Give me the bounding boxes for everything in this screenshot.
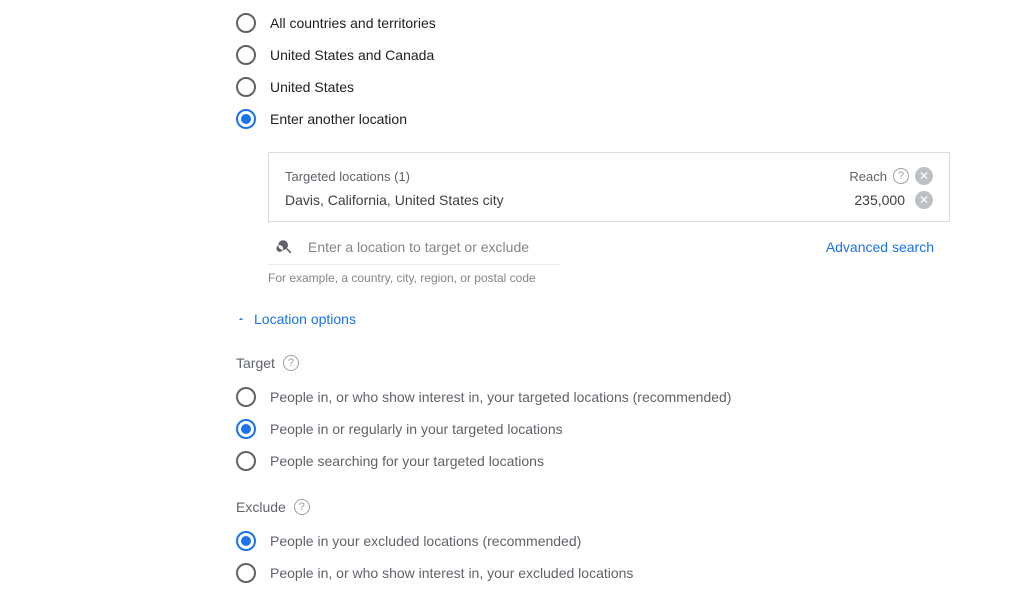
radio-label: People in or regularly in your targeted …	[270, 421, 563, 437]
reach-header: Reach ? ✕	[849, 167, 933, 185]
search-icon	[276, 238, 294, 256]
target-option-interest[interactable]: People in, or who show interest in, your…	[236, 381, 1024, 413]
radio-label: People in your excluded locations (recom…	[270, 533, 581, 549]
location-reach-value: 235,000	[854, 192, 905, 208]
radio-icon	[236, 13, 256, 33]
radio-icon	[236, 531, 256, 551]
radio-label: People searching for your targeted locat…	[270, 453, 544, 469]
location-options-label: Location options	[254, 311, 356, 327]
exclude-option-interest[interactable]: People in, or who show interest in, your…	[236, 557, 1024, 589]
help-icon[interactable]: ?	[283, 355, 299, 371]
target-label-text: Target	[236, 355, 275, 371]
advanced-search-link[interactable]: Advanced search	[826, 239, 934, 255]
help-icon[interactable]: ?	[893, 168, 909, 184]
targeted-location-row: Davis, California, United States city 23…	[285, 191, 933, 209]
location-options-toggle[interactable]: Location options	[236, 311, 1024, 327]
radio-label: People in, or who show interest in, your…	[270, 565, 633, 581]
radio-icon	[236, 563, 256, 583]
location-option-all[interactable]: All countries and territories	[236, 8, 1024, 38]
target-option-regularly-in[interactable]: People in or regularly in your targeted …	[236, 413, 1024, 445]
radio-label: All countries and territories	[270, 15, 436, 31]
location-option-us-canada[interactable]: United States and Canada	[236, 40, 1024, 70]
chevron-up-icon	[236, 314, 246, 324]
exclude-label-text: Exclude	[236, 499, 286, 515]
radio-icon	[236, 109, 256, 129]
location-search-input[interactable]	[308, 239, 826, 255]
radio-label: United States	[270, 79, 354, 95]
location-option-custom[interactable]: Enter another location	[236, 104, 1024, 134]
remove-location-icon[interactable]: ✕	[915, 191, 933, 209]
search-hint: For example, a country, city, region, or…	[268, 264, 560, 285]
radio-label: United States and Canada	[270, 47, 434, 63]
radio-icon	[236, 419, 256, 439]
target-option-searching[interactable]: People searching for your targeted locat…	[236, 445, 1024, 477]
targeted-header-label: Targeted locations (1)	[285, 169, 410, 184]
help-icon[interactable]: ?	[294, 499, 310, 515]
targeted-locations-panel: Targeted locations (1) Reach ? ✕ Davis, …	[268, 152, 950, 222]
radio-icon	[236, 77, 256, 97]
reach-label-text: Reach	[849, 169, 887, 184]
location-option-us[interactable]: United States	[236, 72, 1024, 102]
target-section-label: Target ?	[236, 355, 1024, 371]
exclude-section-label: Exclude ?	[236, 499, 1024, 515]
radio-label: Enter another location	[270, 111, 407, 127]
close-icon[interactable]: ✕	[915, 167, 933, 185]
radio-icon	[236, 451, 256, 471]
radio-icon	[236, 387, 256, 407]
location-name: Davis, California, United States city	[285, 192, 504, 208]
exclude-option-in[interactable]: People in your excluded locations (recom…	[236, 525, 1024, 557]
location-search-row: Advanced search	[268, 238, 950, 256]
radio-icon	[236, 45, 256, 65]
radio-label: People in, or who show interest in, your…	[270, 389, 731, 405]
targeted-header-row: Targeted locations (1) Reach ? ✕	[285, 167, 933, 185]
